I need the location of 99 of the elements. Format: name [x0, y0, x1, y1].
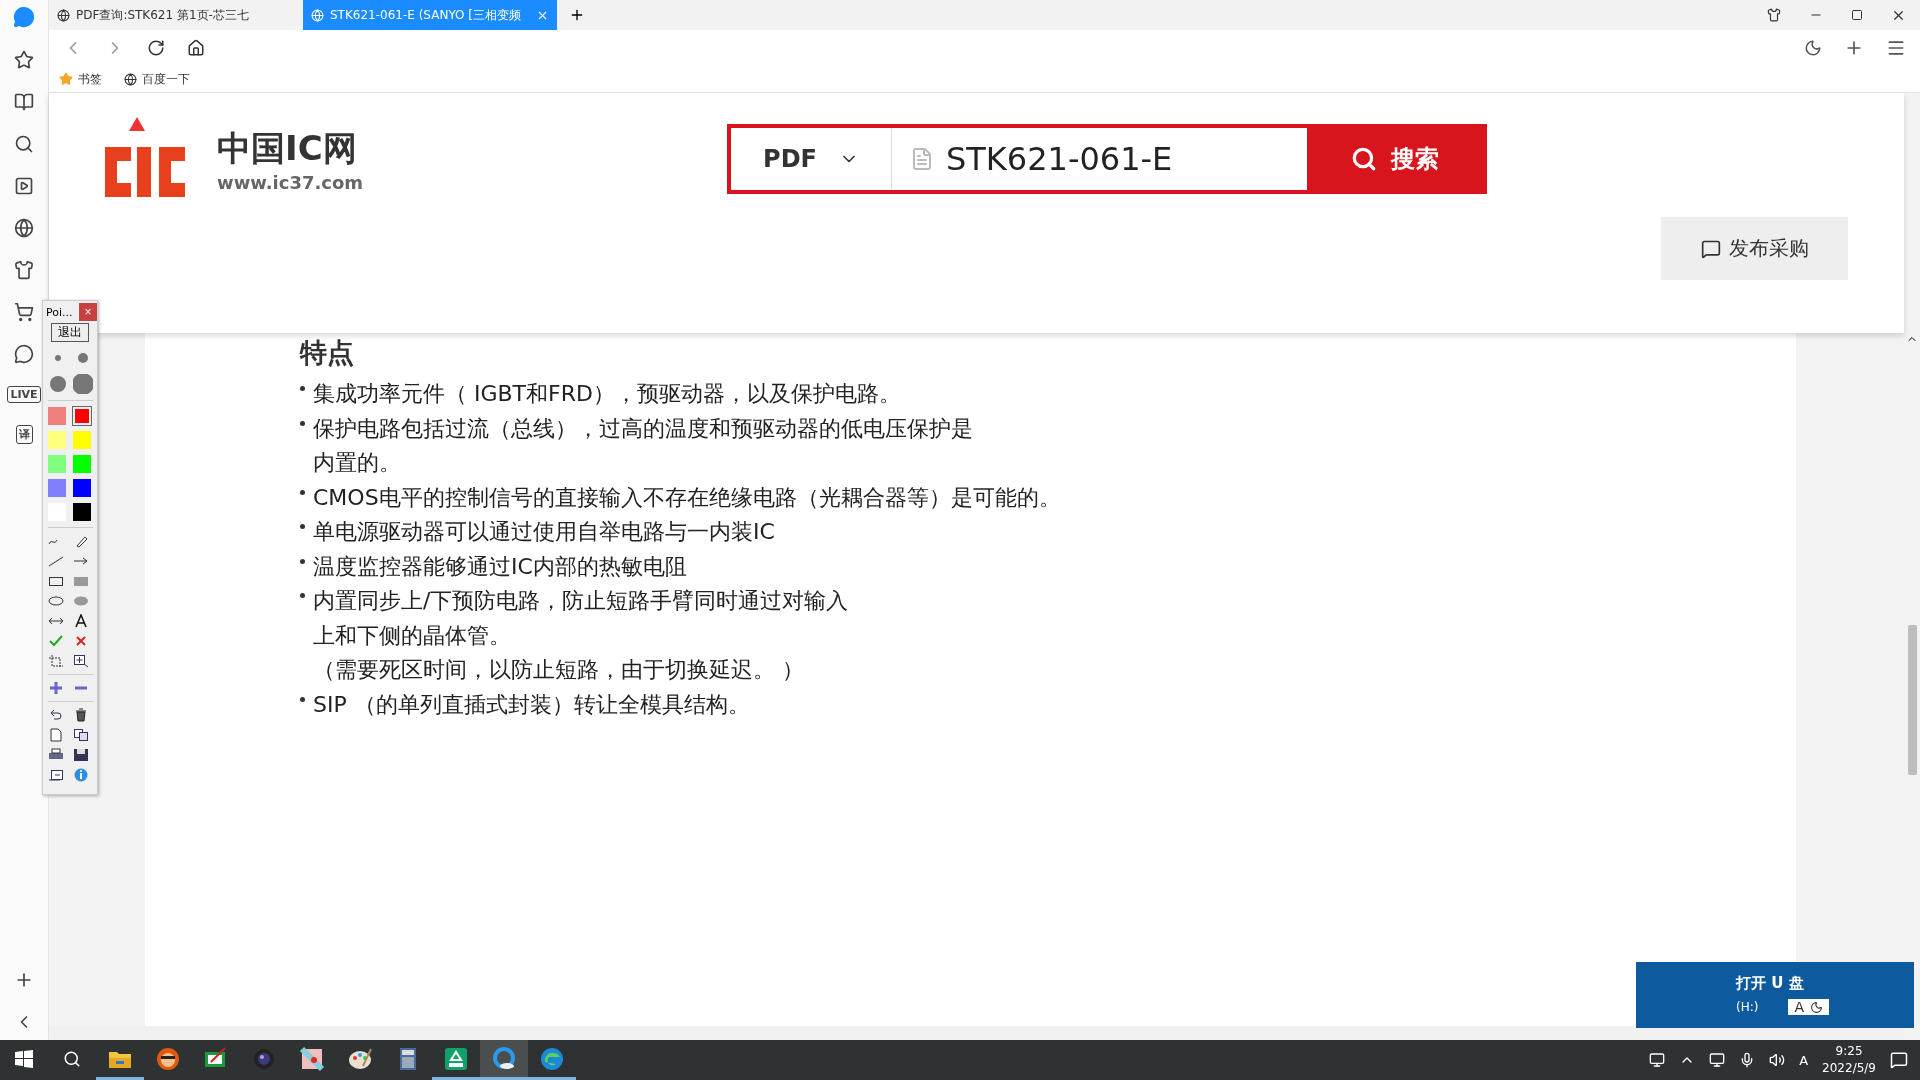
- network-icon[interactable]: [1709, 1052, 1726, 1068]
- bullet-icon: [300, 386, 305, 391]
- print-icon[interactable]: [47, 748, 64, 762]
- globe-icon: [57, 8, 70, 22]
- pen-size-icon[interactable]: [47, 374, 68, 394]
- menu-icon[interactable]: [1886, 38, 1906, 58]
- info-icon[interactable]: [72, 768, 89, 782]
- bullet-icon: [300, 558, 305, 564]
- feature-text: 上和下侧的晶体管。: [313, 621, 512, 650]
- color-swatch[interactable]: [72, 479, 91, 497]
- cart-icon[interactable]: [14, 302, 34, 322]
- bullet-icon: [300, 696, 305, 702]
- publish-button[interactable]: 发布采购: [1661, 217, 1848, 280]
- feature-text: 集成功率元件（ IGBT和FRD），预驱动器，以及保护电路。: [313, 380, 901, 408]
- search-icon: [1351, 146, 1377, 172]
- mascot-icon[interactable]: [155, 1045, 181, 1072]
- notification-icon[interactable]: [1890, 1051, 1908, 1069]
- scrollbar-thumb[interactable]: [1907, 625, 1917, 775]
- pdf-app-icon[interactable]: [443, 1045, 469, 1072]
- color-swatch[interactable]: [72, 431, 91, 449]
- video-icon[interactable]: [14, 176, 34, 196]
- ellipse-icon[interactable]: [47, 594, 64, 608]
- bullet-icon: [300, 593, 305, 598]
- line-icon[interactable]: [47, 554, 64, 568]
- crop-icon[interactable]: [47, 654, 64, 668]
- color-swatch[interactable]: [47, 407, 66, 425]
- chat-icon[interactable]: [14, 344, 34, 364]
- browser-logo-icon[interactable]: [13, 6, 35, 28]
- color-swatch[interactable]: [47, 431, 66, 449]
- feature-text: （需要死区时间，以防止短路，由于切换延迟。 ）: [313, 656, 805, 684]
- close-button[interactable]: ×: [79, 303, 97, 321]
- feature-text: 内置同步上/下预防电路，防止短路手臂同时通过对输入: [313, 587, 849, 615]
- rectangle-icon[interactable]: [47, 574, 64, 588]
- exit-button[interactable]: 退出: [51, 323, 89, 342]
- star-icon[interactable]: [14, 50, 34, 70]
- section-heading: 特点: [300, 336, 355, 370]
- logo-title: 中国IC网: [217, 126, 358, 170]
- screen-icon[interactable]: [47, 768, 64, 782]
- plus-icon[interactable]: [47, 681, 64, 695]
- shirt-icon[interactable]: [14, 260, 34, 280]
- edge-icon[interactable]: [539, 1045, 565, 1072]
- book-icon[interactable]: [14, 92, 34, 112]
- feature-text: CMOS电平的控制信号的直接输入不存在绝缘电路（光耦合器等）是可能的。: [313, 483, 1061, 512]
- browser-icon[interactable]: [491, 1045, 517, 1072]
- text-tool-icon[interactable]: [72, 614, 89, 628]
- translate-button[interactable]: 译: [15, 425, 33, 444]
- bookmark-label: 百度一下: [142, 70, 190, 88]
- live-button[interactable]: LIVE: [7, 386, 41, 403]
- search-button[interactable]: 搜索: [1307, 128, 1483, 190]
- bookmark-link[interactable]: 百度一下: [124, 70, 190, 88]
- volume-icon[interactable]: [1769, 1052, 1786, 1068]
- copy-icon[interactable]: [72, 728, 89, 742]
- notification-title: 打开 U 盘: [1736, 974, 1805, 993]
- search-icon: [63, 1049, 81, 1068]
- ime-indicator[interactable]: A: [1799, 1052, 1809, 1068]
- color-swatch[interactable]: [72, 407, 91, 425]
- save-icon[interactable]: [72, 748, 89, 762]
- chat-icon: [1700, 238, 1721, 259]
- feature-text: 保护电路包括过流（总线），过高的温度和预驱动器的低电压保护是: [313, 414, 973, 443]
- drive-label: (H:): [1736, 1000, 1759, 1014]
- feature-text: SIP （的单列直插式封装）转让全模具结构。: [313, 690, 750, 719]
- restore-icon[interactable]: [1851, 9, 1863, 21]
- logo-url: www.ic37.com: [217, 171, 364, 193]
- reload-icon[interactable]: [147, 39, 165, 57]
- home-icon[interactable]: [187, 39, 205, 57]
- color-swatch[interactable]: [72, 455, 91, 473]
- document-icon: [910, 147, 934, 171]
- feature-text: 温度监控器能够通过IC内部的热敏电阻: [313, 552, 687, 581]
- feature-text: 单电源驱动器可以通过使用自举电路与一内装IC: [313, 518, 775, 546]
- paint-icon[interactable]: [299, 1045, 325, 1072]
- bullet-icon: [300, 524, 305, 529]
- zoom-icon[interactable]: [72, 654, 89, 668]
- color-swatch[interactable]: [47, 455, 66, 473]
- pen-size-icon[interactable]: [72, 374, 93, 394]
- moon-icon: [1810, 1000, 1823, 1014]
- search-field[interactable]: STK621-061-E: [892, 128, 1307, 190]
- globe-icon: [124, 72, 137, 86]
- color-swatch[interactable]: [72, 503, 91, 521]
- moon-icon[interactable]: [1804, 39, 1822, 57]
- ime-toolbar[interactable]: A: [1788, 999, 1829, 1015]
- search-icon[interactable]: [14, 134, 34, 154]
- windows-icon: [15, 1049, 33, 1068]
- globe-icon[interactable]: [14, 218, 34, 238]
- bookmark-label: 书签: [78, 70, 102, 88]
- feature-text: 内置的。: [313, 449, 402, 477]
- bullet-icon: [300, 420, 305, 426]
- toolbox-title: Poi...: [46, 305, 73, 319]
- browser-tab[interactable]: PDF查询:STK621 第1页-芯三七: [49, 0, 303, 30]
- bullet-icon: [300, 489, 305, 495]
- star-icon: [59, 72, 73, 86]
- usb-notification[interactable]: 打开 U 盘 (H:) A: [1636, 962, 1914, 1028]
- new-page-icon[interactable]: [47, 728, 64, 742]
- color-swatch[interactable]: [47, 479, 66, 497]
- bookmark-link[interactable]: 书签: [59, 70, 102, 88]
- shirt-icon[interactable]: [1767, 8, 1781, 22]
- check-icon[interactable]: [47, 634, 64, 648]
- taskbar-clock[interactable]: 9:25 2022/5/9: [1822, 1043, 1876, 1077]
- globe-icon: [311, 8, 324, 22]
- search-type-select[interactable]: PDF: [731, 128, 892, 190]
